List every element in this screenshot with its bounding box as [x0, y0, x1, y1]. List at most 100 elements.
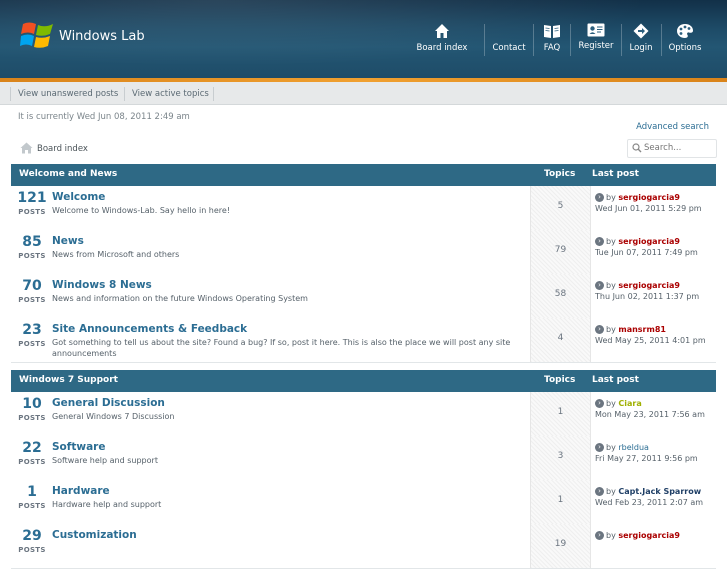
forum-row: 10 POSTS General Discussion General Wind… [11, 392, 716, 437]
topics-column-header: Topics [544, 375, 576, 385]
nav-options[interactable]: Options [666, 23, 704, 61]
forum-row: 1 POSTS Hardware Hardware help and suppo… [11, 480, 716, 525]
view-latest-post-icon[interactable]: › [595, 487, 604, 496]
last-post-by: by [606, 237, 616, 246]
last-post-user-link[interactable]: sergiogarcia9 [618, 531, 680, 540]
topic-count-cell: 79 [530, 230, 591, 274]
last-post-by: by [606, 531, 616, 540]
view-latest-post-icon[interactable]: › [595, 443, 604, 452]
post-count-label: POSTS [18, 546, 46, 554]
nav-register[interactable]: Register [576, 23, 616, 61]
nav-divider [661, 24, 662, 56]
last-post-user-link[interactable]: rbeldua [618, 443, 649, 452]
last-post-date: Wed Jun 01, 2011 5:29 pm [595, 204, 702, 213]
search-box[interactable] [627, 139, 717, 158]
view-latest-post-icon[interactable]: › [595, 281, 604, 290]
view-active-topics-link[interactable]: View active topics [132, 89, 209, 99]
nav-divider [621, 24, 622, 56]
last-post: › by sergiogarcia9 Thu Jun 02, 2011 1:37 … [595, 280, 716, 302]
view-latest-post-icon[interactable]: › [595, 399, 604, 408]
forum-row: 29 POSTS Customization 19 › by sergiogarc… [11, 524, 716, 569]
view-latest-post-icon[interactable]: › [595, 237, 604, 246]
nav-divider [533, 24, 534, 56]
nav-login[interactable]: Login [626, 23, 656, 61]
last-post-user-link[interactable]: mansrm81 [618, 325, 666, 334]
contact-icon [501, 23, 517, 39]
last-post: › by sergiogarcia9 [595, 530, 716, 541]
post-count: 70 POSTS [11, 278, 53, 304]
forum-title-link[interactable]: Hardware [52, 485, 110, 497]
view-unanswered-posts-link[interactable]: View unanswered posts [18, 89, 118, 99]
topic-count-cell: 1 [530, 392, 591, 436]
site-logo-text[interactable]: Windows Lab [59, 29, 145, 44]
view-latest-post-icon[interactable]: › [595, 193, 604, 202]
topic-count: 58 [554, 289, 567, 299]
last-post-by: by [606, 281, 616, 290]
forum-title-link[interactable]: Site Announcements & Feedback [52, 323, 247, 335]
nav-board-index[interactable]: Board index [414, 23, 470, 61]
forum-row: 23 POSTS Site Announcements & Feedback G… [11, 318, 716, 363]
last-post-user-link[interactable]: sergiogarcia9 [618, 193, 680, 202]
last-post-column-header: Last post [592, 169, 639, 179]
last-post: › by Ciara Mon May 23, 2011 7:56 am [595, 398, 716, 420]
post-count-number: 10 [22, 396, 42, 412]
nav-board-index-label: Board index [416, 43, 468, 53]
forum-row: 121 POSTS Welcome Welcome to Windows-Lab… [11, 186, 716, 231]
nav-faq[interactable]: FAQ [538, 23, 566, 61]
category-title[interactable]: Windows 7 Support [19, 375, 118, 385]
category-title[interactable]: Welcome and News [19, 169, 117, 179]
last-post-date: Mon May 23, 2011 7:56 am [595, 410, 705, 419]
topic-count: 3 [557, 451, 564, 461]
forum-title-link[interactable]: Software [52, 441, 105, 453]
last-post-by: by [606, 487, 616, 496]
subnav-divider [10, 87, 11, 101]
nav-divider [570, 24, 571, 56]
nav-faq-label: FAQ [543, 43, 561, 53]
forum-description: News from Microsoft and others [52, 250, 180, 259]
last-post-date: Fri May 27, 2011 9:56 pm [595, 454, 698, 463]
last-post-user-link[interactable]: Ciara [618, 399, 641, 408]
last-post-user-link[interactable]: Capt.Jack Sparrow [618, 487, 701, 496]
topic-count-cell: 5 [530, 186, 591, 230]
last-post: › by sergiogarcia9 Tue Jun 07, 2011 7:49 … [595, 236, 716, 258]
search-input[interactable] [644, 141, 712, 155]
last-post-user-link[interactable]: sergiogarcia9 [618, 281, 680, 290]
post-count-number: 121 [17, 190, 47, 206]
view-latest-post-icon[interactable]: › [595, 325, 604, 334]
topic-count-cell: 58 [530, 274, 591, 318]
post-count-label: POSTS [18, 296, 46, 304]
advanced-search-link[interactable]: Advanced search [636, 122, 709, 132]
windows-logo-icon[interactable] [20, 18, 56, 52]
last-post-date: Wed May 25, 2011 4:01 pm [595, 336, 706, 345]
last-post: › by Capt.Jack Sparrow Wed Feb 23, 2011 2… [595, 486, 716, 508]
forum-description: Welcome to Windows-Lab. Say hello in her… [52, 206, 231, 215]
topic-count: 1 [557, 495, 564, 505]
login-icon [633, 23, 649, 39]
post-count: 29 POSTS [11, 528, 53, 554]
forum-title-link[interactable]: Windows 8 News [52, 279, 152, 291]
last-post-user-link[interactable]: sergiogarcia9 [618, 237, 680, 246]
last-post: › by mansrm81 Wed May 25, 2011 4:01 pm [595, 324, 716, 346]
post-count: 1 POSTS [11, 484, 53, 510]
view-latest-post-icon[interactable]: › [595, 531, 604, 540]
forum-description: Hardware help and support [52, 500, 162, 509]
nav-login-label: Login [629, 43, 653, 53]
topic-count: 4 [557, 333, 564, 343]
topic-count-cell: 3 [530, 436, 591, 480]
forum-description: Got something to tell us about the site?… [52, 338, 511, 358]
topic-count: 19 [554, 539, 567, 549]
last-post-date: Tue Jun 07, 2011 7:49 pm [595, 248, 698, 257]
forum-title-link[interactable]: Customization [52, 529, 137, 541]
nav-contact[interactable]: Contact [490, 23, 528, 61]
breadcrumb-board-index: Board index [37, 144, 88, 154]
forum-title-link[interactable]: General Discussion [52, 397, 165, 409]
forum-title-link[interactable]: News [52, 235, 84, 247]
last-post: › by sergiogarcia9 Wed Jun 01, 2011 5:29 … [595, 192, 716, 214]
topic-count: 1 [557, 407, 564, 417]
last-post-date: Wed Feb 23, 2011 2:07 am [595, 498, 704, 507]
last-post-by: by [606, 443, 616, 452]
home-icon [20, 142, 33, 154]
forum-title-link[interactable]: Welcome [52, 191, 105, 203]
category-header: Welcome and News Topics Last post [11, 164, 716, 186]
post-count-label: POSTS [18, 502, 46, 510]
